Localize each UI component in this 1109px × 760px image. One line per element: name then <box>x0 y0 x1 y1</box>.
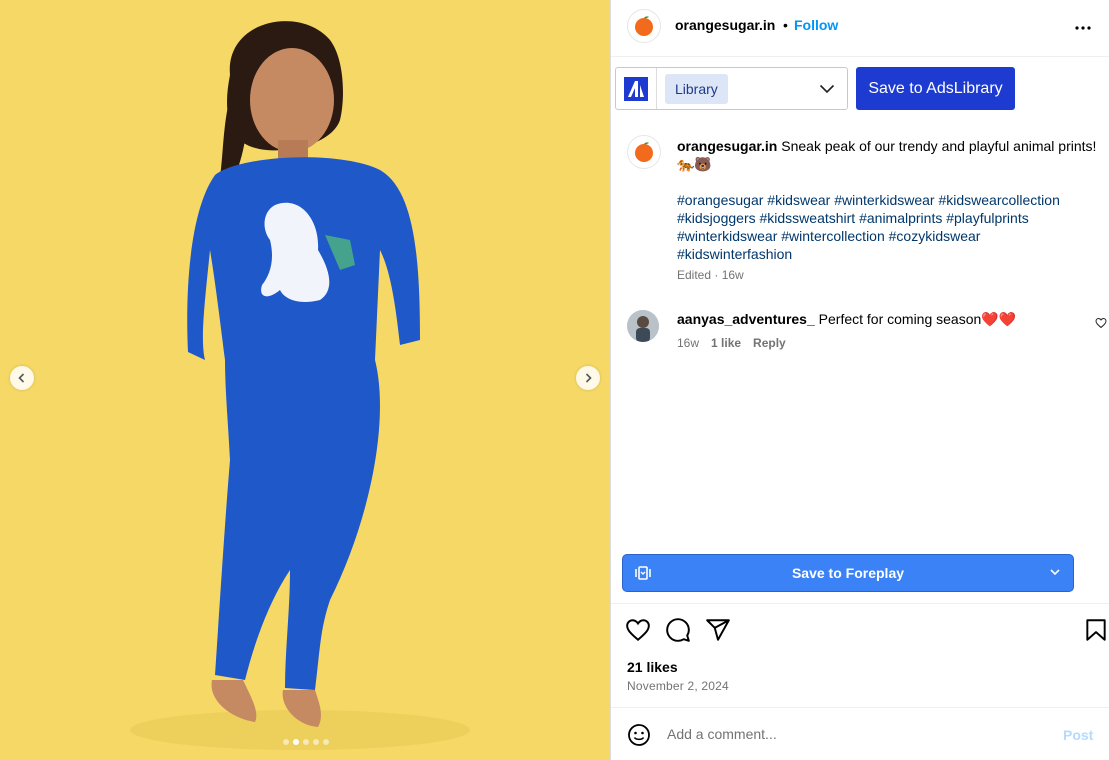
post-actions <box>625 617 1106 643</box>
post-details-panel: orangesugar.in • Follow Library Save to … <box>611 0 1109 760</box>
carousel-dot <box>323 739 329 745</box>
commenter-avatar[interactable] <box>627 310 659 342</box>
likes-count[interactable]: 21 likes <box>627 659 678 675</box>
profile-avatar[interactable] <box>627 9 661 43</box>
chevron-right-icon <box>585 373 592 383</box>
avatar-image <box>627 310 659 342</box>
carousel-prev-button[interactable] <box>10 366 34 390</box>
share-button[interactable] <box>705 617 731 648</box>
comment-meta: 16w 1 like Reply <box>677 336 786 350</box>
heart-icon <box>1095 317 1107 329</box>
adslibrary-toolbar: Library Save to AdsLibrary <box>615 67 1015 110</box>
library-chip: Library <box>665 73 728 104</box>
bookmark-icon <box>1086 619 1106 641</box>
send-icon <box>706 619 730 641</box>
orange-logo-icon <box>635 16 653 36</box>
comment-body: Perfect for coming season❤️❤️ <box>818 311 1017 327</box>
carousel-dot <box>283 739 289 745</box>
carousel-dot <box>303 739 309 745</box>
header-username[interactable]: orangesugar.in <box>675 17 775 33</box>
carousel-next-button[interactable] <box>576 366 600 390</box>
heart-icon <box>626 619 650 642</box>
comment-reply-button[interactable]: Reply <box>753 336 786 350</box>
post-date: November 2, 2024 <box>627 679 729 693</box>
post-header: orangesugar.in • Follow <box>611 0 1109 57</box>
comment-likes[interactable]: 1 like <box>711 336 741 350</box>
carousel-dot-active <box>293 739 299 745</box>
comment-age: 16w <box>677 336 700 350</box>
post-photo <box>0 0 610 760</box>
caption-edited-time: Edited · 16w <box>677 268 744 282</box>
carousel-indicator <box>283 739 329 745</box>
library-select[interactable]: Library <box>615 67 848 110</box>
comment-button[interactable] <box>665 617 691 648</box>
follow-button[interactable]: Follow <box>794 17 838 33</box>
more-horizontal-icon <box>1075 26 1091 30</box>
like-button[interactable] <box>625 617 651 648</box>
comment-input[interactable] <box>667 720 1047 748</box>
chevron-left-icon <box>18 373 25 383</box>
more-options-button[interactable] <box>1071 16 1095 40</box>
foreplay-icon <box>635 566 651 580</box>
adslibrary-logo-icon <box>616 68 657 109</box>
post-comment-button[interactable]: Post <box>1063 727 1093 743</box>
orange-logo-icon <box>635 142 653 162</box>
chevron-down-icon <box>819 84 835 93</box>
emoji-icon <box>628 724 650 746</box>
post-viewer: orangesugar.in • Follow Library Save to … <box>0 0 1109 760</box>
post-media[interactable] <box>0 0 611 760</box>
header-separator: • <box>783 17 788 33</box>
save-to-foreplay-button[interactable]: Save to Foreplay <box>622 554 1074 592</box>
comment-username[interactable]: aanyas_adventures_ <box>677 311 815 327</box>
caption-avatar[interactable] <box>627 135 661 169</box>
foreplay-label: Save to Foreplay <box>791 565 905 581</box>
chevron-down-icon[interactable] <box>1049 567 1061 577</box>
comment-icon <box>666 618 690 642</box>
carousel-dot <box>313 739 319 745</box>
caption-username[interactable]: orangesugar.in <box>677 138 777 154</box>
emoji-button[interactable] <box>627 723 651 752</box>
caption-text: orangesugar.in Sneak peak of our trendy … <box>677 137 1097 173</box>
save-button[interactable] <box>1083 617 1109 648</box>
actions-divider <box>611 603 1109 604</box>
comment-text: aanyas_adventures_ Perfect for coming se… <box>677 310 1016 328</box>
comment-item: aanyas_adventures_ Perfect for coming se… <box>627 308 1107 358</box>
caption-hashtags[interactable]: #orangesugar #kidswear #winterkidswear #… <box>677 191 1097 263</box>
comment-like-button[interactable] <box>1095 316 1107 334</box>
add-comment-bar: Post <box>611 707 1109 760</box>
save-to-adslibrary-button[interactable]: Save to AdsLibrary <box>856 67 1015 110</box>
